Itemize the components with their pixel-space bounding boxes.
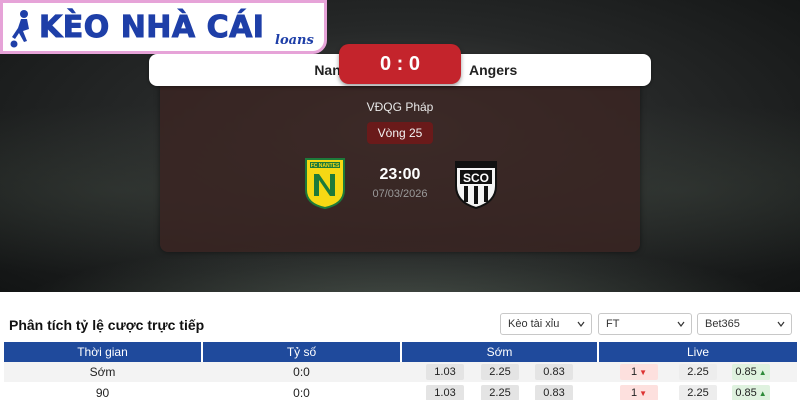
early-under-odd[interactable]: 0.83 bbox=[535, 364, 573, 380]
arrow-down-icon: ▼ bbox=[639, 368, 648, 377]
arrow-down-icon: ▼ bbox=[639, 389, 648, 398]
live-over-value: 1 bbox=[630, 366, 638, 378]
market-select-value: Kèo tài xỉu bbox=[508, 318, 560, 330]
table-row[interactable]: Sớm 0:0 1.03 2.25 0.83 1 ▼ 2.25 0.85 ▲ bbox=[4, 362, 797, 382]
live-under-value: 0.85 bbox=[735, 387, 757, 399]
live-over-odd[interactable]: 1 ▼ bbox=[620, 385, 658, 400]
live-under-odd[interactable]: 0.85 ▲ bbox=[732, 364, 770, 380]
live-over-value: 1 bbox=[630, 387, 638, 399]
brand-name: KÈO NHÀ CÁI bbox=[38, 10, 265, 46]
kickoff-time: 23:00 bbox=[379, 166, 421, 183]
match-date: 07/03/2026 bbox=[372, 188, 428, 200]
match-info-panel: VĐQG Pháp Vòng 25 FC NANTES SCO 23:00 07… bbox=[160, 86, 640, 252]
bookmaker-select-value: Bet365 bbox=[705, 318, 740, 330]
row-time: 90 bbox=[95, 386, 110, 400]
site-logo[interactable]: KÈO NHÀ CÁI loans bbox=[0, 0, 327, 54]
early-over-odd[interactable]: 1.03 bbox=[426, 385, 464, 400]
row-score: 0:0 bbox=[293, 365, 310, 379]
period-select-value: FT bbox=[606, 318, 620, 330]
away-team-name[interactable]: Angers bbox=[469, 62, 517, 78]
live-over-odd[interactable]: 1 ▼ bbox=[620, 364, 658, 380]
live-line[interactable]: 2.25 bbox=[679, 385, 717, 400]
odds-table-header: Thời gian Tỷ số Sớm Live bbox=[4, 342, 797, 362]
live-line[interactable]: 2.25 bbox=[679, 364, 717, 380]
column-header-live: Live bbox=[599, 342, 797, 362]
column-header-early: Sớm bbox=[402, 342, 597, 362]
early-over-odd[interactable]: 1.03 bbox=[426, 364, 464, 380]
match-score: 0 : 0 bbox=[339, 44, 461, 84]
round-badge: Vòng 25 bbox=[367, 122, 433, 144]
page: KÈO NHÀ CÁI loans Nantes Angers 0 : 0 VĐ… bbox=[0, 0, 800, 400]
row-score: 0:0 bbox=[293, 386, 310, 400]
column-header-time: Thời gian bbox=[4, 342, 201, 362]
table-row[interactable]: 90 0:0 1.03 2.25 0.83 1 ▼ 2.25 0.85 ▲ bbox=[4, 383, 797, 400]
live-under-value: 0.85 bbox=[735, 366, 757, 378]
early-line[interactable]: 2.25 bbox=[481, 385, 519, 400]
chevron-down-icon bbox=[577, 321, 585, 327]
early-line[interactable]: 2.25 bbox=[481, 364, 519, 380]
market-select[interactable]: Kèo tài xỉu bbox=[500, 313, 592, 335]
chevron-down-icon bbox=[777, 321, 785, 327]
row-time: Sớm bbox=[89, 365, 116, 379]
arrow-up-icon: ▲ bbox=[758, 368, 767, 377]
footballer-icon bbox=[10, 10, 29, 48]
odds-analysis-section: Phân tích tỷ lệ cược trực tiếp Kèo tài x… bbox=[0, 308, 800, 400]
column-header-score: Tỷ số bbox=[203, 342, 400, 362]
period-select[interactable]: FT bbox=[598, 313, 692, 335]
brand-sub: loans bbox=[275, 33, 314, 48]
section-title: Phân tích tỷ lệ cược trực tiếp bbox=[9, 317, 205, 333]
early-under-odd[interactable]: 0.83 bbox=[535, 385, 573, 400]
league-name[interactable]: VĐQG Pháp bbox=[160, 100, 640, 114]
live-under-odd[interactable]: 0.85 ▲ bbox=[732, 385, 770, 400]
arrow-up-icon: ▲ bbox=[758, 389, 767, 398]
chevron-down-icon bbox=[677, 321, 685, 327]
bookmaker-select[interactable]: Bet365 bbox=[697, 313, 792, 335]
